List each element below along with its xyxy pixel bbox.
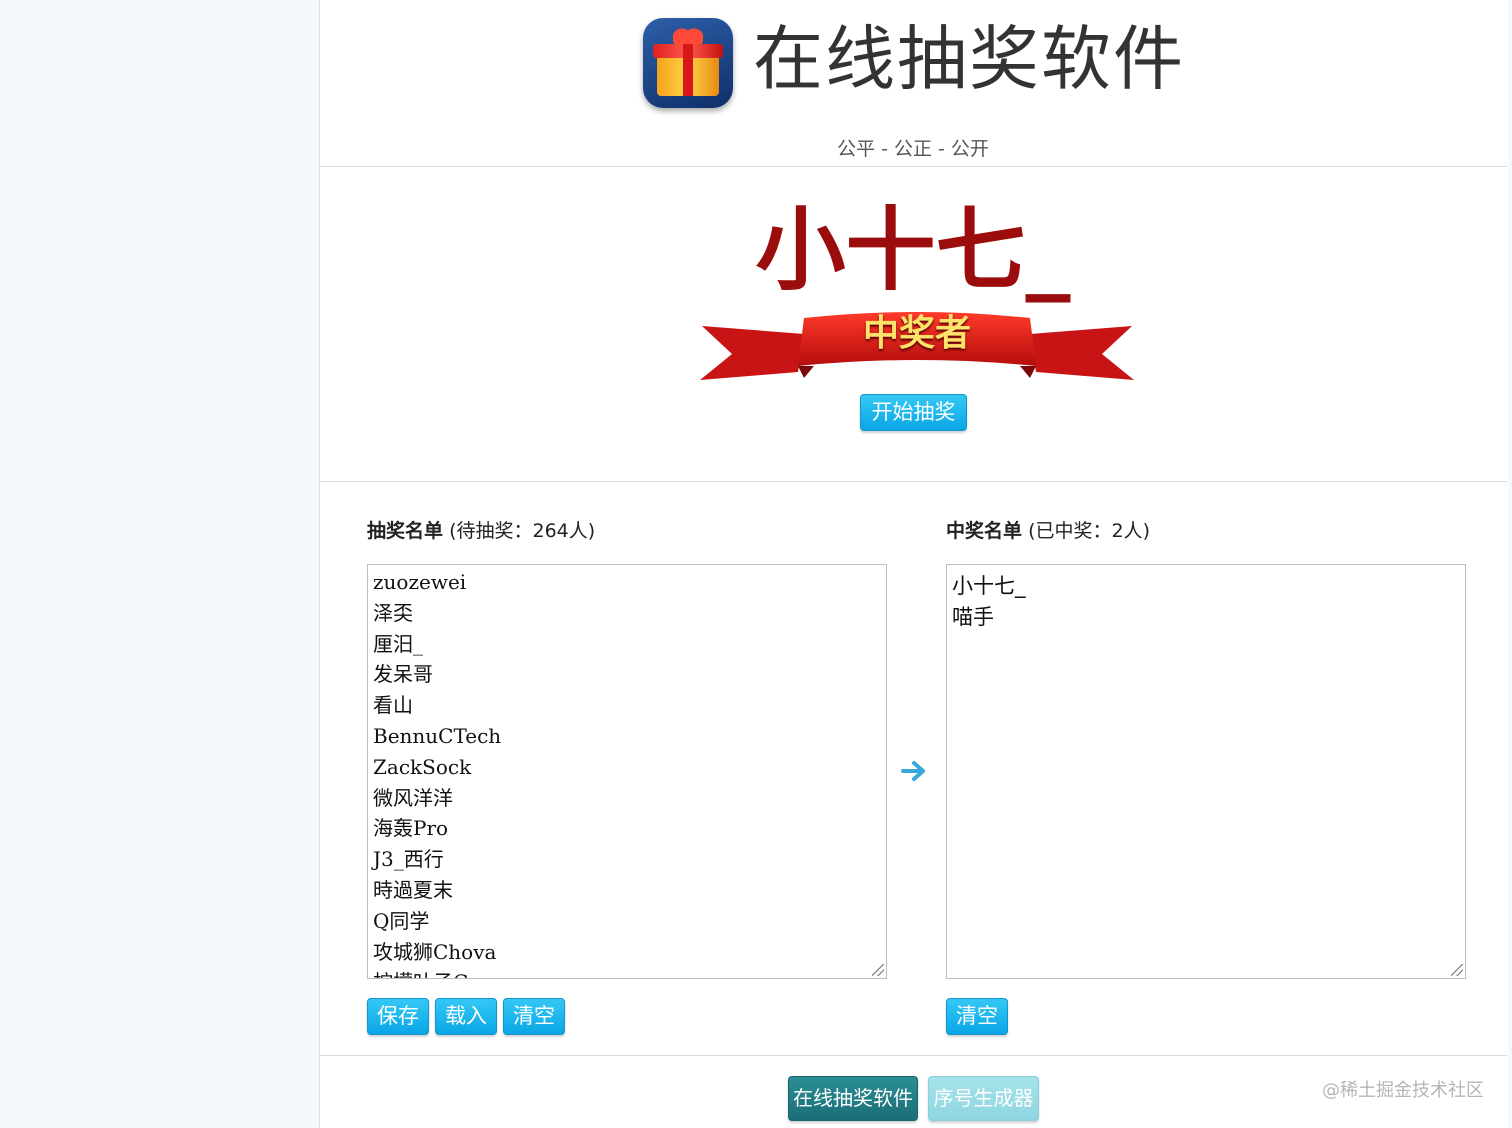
list-item: J3_西行 bbox=[373, 847, 444, 872]
list-item: 攻城狮Chova bbox=[373, 939, 497, 964]
winner-divider bbox=[320, 481, 1507, 482]
list-item: 喵手 bbox=[952, 605, 994, 629]
list-item: 小十七_ bbox=[952, 574, 1026, 598]
list-item: 海轰Pro bbox=[373, 816, 449, 841]
resize-grip-icon[interactable] bbox=[872, 964, 884, 976]
list-item: 发呆哥 bbox=[373, 662, 433, 687]
draw-list-title: 抽奖名单 bbox=[367, 520, 444, 542]
winner-banner-label: 中奖者 bbox=[862, 313, 971, 354]
list-item: 厘汨_ bbox=[373, 631, 423, 656]
app-title: 在线抽奖软件 bbox=[753, 18, 1185, 100]
draw-list-textarea[interactable]: zuozewei 泽奀 厘汨_ 发呆哥 看山 BennuCTech ZackSo… bbox=[367, 564, 887, 979]
right-gutter bbox=[1508, 0, 1512, 1128]
current-winner-name: 小十七_ bbox=[755, 198, 1071, 303]
list-item: 泽奀 bbox=[373, 600, 413, 625]
gift-ribbon-shape bbox=[683, 44, 693, 96]
draw-list-heading: 抽奖名单 (待抽奖：264人) bbox=[367, 518, 595, 544]
list-item: 時過夏末 bbox=[373, 877, 453, 902]
clear-winner-list-button[interactable]: 清空 bbox=[946, 998, 1008, 1035]
list-item: 柠檬叶子C bbox=[373, 967, 881, 978]
tab-number-generator[interactable]: 序号生成器 bbox=[928, 1076, 1039, 1121]
tab-lottery-software[interactable]: 在线抽奖软件 bbox=[788, 1076, 918, 1121]
list-item: Q同学 bbox=[373, 908, 430, 933]
winner-list-title: 中奖名单 bbox=[946, 520, 1023, 542]
gift-box-icon bbox=[643, 18, 733, 108]
list-item: BennuCTech bbox=[373, 723, 502, 748]
list-item: zuozewei bbox=[373, 570, 467, 594]
list-item: ZackSock bbox=[373, 754, 472, 779]
winner-list-heading: 中奖名单 (已中奖：2人) bbox=[946, 518, 1150, 544]
header-divider bbox=[320, 166, 1507, 167]
start-draw-button[interactable]: 开始抽奖 bbox=[860, 394, 967, 431]
arrow-right-icon bbox=[901, 761, 925, 781]
resize-grip-icon[interactable] bbox=[1451, 964, 1463, 976]
winner-list-textarea[interactable]: 小十七_ 喵手 bbox=[946, 564, 1466, 979]
list-item: 微风洋洋 bbox=[373, 785, 453, 810]
footer-divider bbox=[320, 1055, 1507, 1056]
list-item: 看山 bbox=[373, 693, 413, 718]
draw-list-count: (待抽奖：264人) bbox=[449, 520, 596, 542]
save-button[interactable]: 保存 bbox=[367, 998, 429, 1035]
load-button[interactable]: 载入 bbox=[435, 998, 497, 1035]
watermark: @稀土掘金技术社区 bbox=[1322, 1080, 1484, 1101]
left-gutter bbox=[0, 0, 319, 1128]
clear-draw-list-button[interactable]: 清空 bbox=[503, 998, 565, 1035]
app-subtitle: 公平 - 公正 - 公开 bbox=[837, 138, 989, 160]
winner-list-count: (已中奖：2人) bbox=[1028, 520, 1150, 542]
